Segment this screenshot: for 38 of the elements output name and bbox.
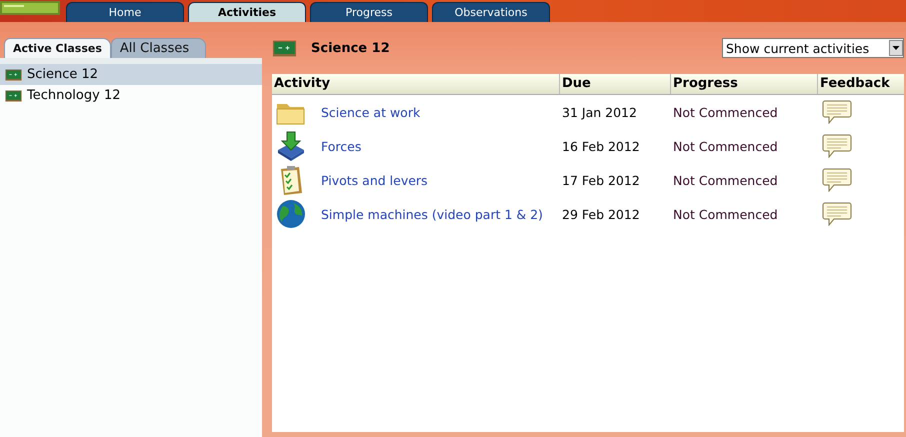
download-tray-icon	[275, 130, 307, 162]
due-date: 17 Feb 2012	[561, 172, 641, 188]
class-name: Science 12	[27, 67, 98, 82]
speech-bubble-icon[interactable]	[822, 168, 852, 192]
speech-bubble-icon[interactable]	[822, 202, 852, 226]
chalkboard-icon	[5, 90, 22, 102]
column-header: Activity	[272, 74, 560, 94]
chalkboard-icon	[5, 68, 22, 80]
due-date: 31 Jan 2012	[561, 104, 638, 120]
chalkboard-icon	[272, 40, 297, 56]
logo-icon	[0, 0, 60, 16]
nav-tab[interactable]: Activities	[188, 2, 306, 22]
column-header: Feedback	[819, 75, 891, 93]
column-header: Due	[560, 74, 671, 94]
speech-bubble-icon[interactable]	[822, 134, 852, 158]
activity-link[interactable]: Forces	[321, 138, 362, 154]
progress-status: Not Commenced	[672, 138, 779, 154]
activity-filter-dropdown[interactable]: Show current activities	[722, 38, 904, 58]
activity-link[interactable]: Pivots and levers	[321, 172, 428, 188]
nav-tab[interactable]: Home	[66, 2, 184, 22]
activity-link[interactable]: Science at work	[321, 104, 420, 120]
nav-tab[interactable]: Observations	[432, 2, 550, 22]
column-header: Progress	[671, 74, 818, 94]
activity-link[interactable]: Simple machines (video part 1 & 2)	[321, 206, 543, 222]
progress-status: Not Commenced	[672, 206, 779, 222]
class-title: Science 12	[311, 40, 391, 56]
progress-status: Not Commenced	[672, 172, 779, 188]
class-tab[interactable]: All Classes	[110, 38, 206, 58]
globe-icon	[275, 198, 307, 230]
nav-tab[interactable]: Progress	[310, 2, 428, 22]
speech-bubble-icon[interactable]	[822, 100, 852, 124]
progress-status: Not Commenced	[672, 104, 779, 120]
due-date: 16 Feb 2012	[561, 138, 641, 154]
class-name: Technology 12	[27, 88, 120, 103]
due-date: 29 Feb 2012	[561, 206, 641, 222]
class-tab[interactable]: Active Classes	[4, 38, 111, 58]
class-item[interactable]: Science 12	[0, 64, 262, 85]
class-item[interactable]: Technology 12	[0, 85, 262, 106]
